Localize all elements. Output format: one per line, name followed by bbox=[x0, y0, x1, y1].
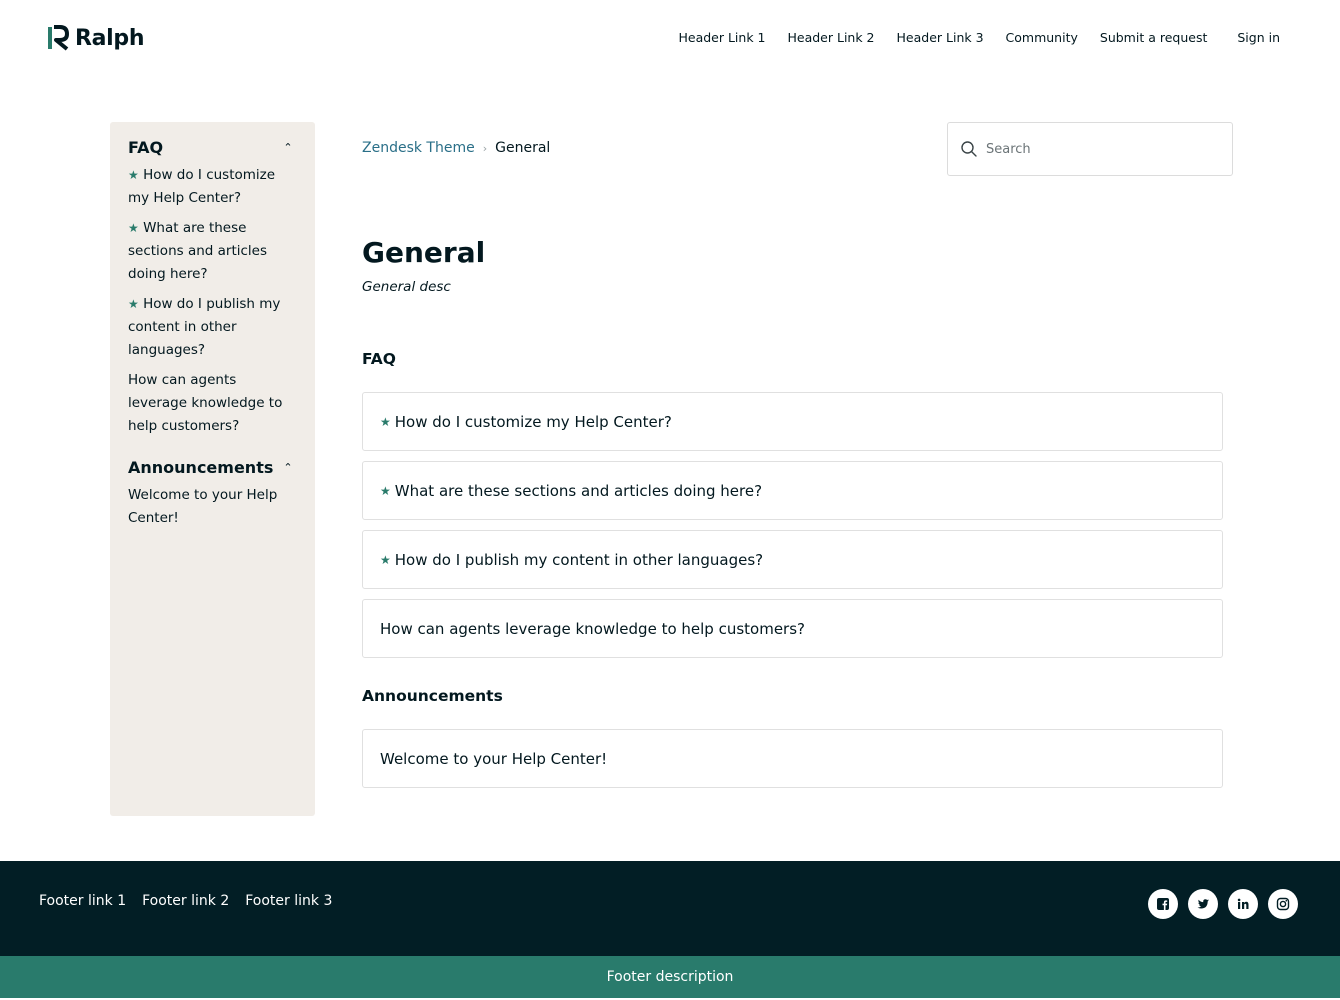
sidebar-article-link[interactable]: ★ How do I customize my Help Center? bbox=[128, 164, 297, 210]
chevron-up-icon[interactable]: ⌃ bbox=[279, 141, 297, 154]
article-link[interactable]: ★ What are these sections and articles do… bbox=[362, 461, 1223, 520]
article-link[interactable]: How can agents leverage knowledge to hel… bbox=[362, 599, 1223, 658]
breadcrumb: Zendesk Theme › General bbox=[362, 140, 550, 156]
footer: Footer link 1 Footer link 2 Footer link … bbox=[0, 861, 1340, 956]
sidebar-section-header[interactable]: FAQ ⌃ bbox=[128, 136, 297, 158]
page-description: General desc bbox=[362, 279, 451, 295]
brand-logo[interactable]: Ralph bbox=[47, 24, 145, 52]
sidebar-section-announcements: Announcements ⌃ Welcome to your Help Cen… bbox=[128, 456, 297, 530]
star-icon: ★ bbox=[380, 483, 391, 498]
sidebar: FAQ ⌃ ★ How do I customize my Help Cente… bbox=[110, 122, 315, 816]
brand-name: Ralph bbox=[75, 25, 145, 51]
footer-bottom-bar: Footer description bbox=[0, 956, 1340, 998]
article-link[interactable]: Welcome to your Help Center! bbox=[362, 729, 1223, 788]
facebook-icon[interactable] bbox=[1148, 889, 1178, 919]
footer-description: Footer description bbox=[606, 969, 734, 985]
nav-submit-request[interactable]: Submit a request bbox=[1100, 30, 1207, 45]
ralph-logo-icon bbox=[48, 25, 69, 51]
nav-community[interactable]: Community bbox=[1006, 30, 1078, 45]
linkedin-icon[interactable] bbox=[1228, 889, 1258, 919]
search-input[interactable] bbox=[986, 141, 1206, 157]
header-nav: Header Link 1 Header Link 2 Header Link … bbox=[678, 30, 1280, 45]
sidebar-section-title: Announcements bbox=[128, 457, 274, 477]
sidebar-article-link[interactable]: ★ How do I publish my content in other l… bbox=[128, 293, 297, 362]
sidebar-section-faq: FAQ ⌃ ★ How do I customize my Help Cente… bbox=[128, 136, 297, 438]
footer-link-3[interactable]: Footer link 3 bbox=[245, 893, 332, 909]
search-icon bbox=[961, 141, 977, 157]
section-title-announcements: Announcements bbox=[362, 687, 503, 705]
footer-links: Footer link 1 Footer link 2 Footer link … bbox=[39, 893, 332, 909]
article-link[interactable]: ★ How do I customize my Help Center? bbox=[362, 392, 1223, 451]
star-icon: ★ bbox=[128, 168, 139, 182]
nav-header-link-1[interactable]: Header Link 1 bbox=[678, 30, 765, 45]
sidebar-section-title: FAQ bbox=[128, 137, 164, 157]
page-title: General bbox=[362, 236, 486, 269]
star-icon: ★ bbox=[380, 414, 391, 429]
search-box[interactable] bbox=[947, 122, 1233, 176]
sidebar-section-header[interactable]: Announcements ⌃ bbox=[128, 456, 297, 478]
star-icon: ★ bbox=[128, 297, 139, 311]
twitter-icon[interactable] bbox=[1188, 889, 1218, 919]
instagram-icon[interactable] bbox=[1268, 889, 1298, 919]
header: Ralph Header Link 1 Header Link 2 Header… bbox=[0, 0, 1340, 78]
footer-link-2[interactable]: Footer link 2 bbox=[142, 893, 229, 909]
sidebar-article-link[interactable]: Welcome to your Help Center! bbox=[128, 484, 297, 530]
social-links bbox=[1148, 889, 1298, 919]
chevron-right-icon: › bbox=[482, 141, 488, 155]
sidebar-article-link[interactable]: ★ What are these sections and articles d… bbox=[128, 217, 297, 286]
article-list-faq: ★ How do I customize my Help Center? ★ Wha… bbox=[362, 392, 1223, 668]
sidebar-article-link[interactable]: How can agents leverage knowledge to hel… bbox=[128, 369, 297, 438]
star-icon: ★ bbox=[128, 221, 139, 235]
nav-header-link-2[interactable]: Header Link 2 bbox=[788, 30, 875, 45]
nav-header-link-3[interactable]: Header Link 3 bbox=[897, 30, 984, 45]
breadcrumb-root-link[interactable]: Zendesk Theme bbox=[362, 140, 475, 156]
section-title-faq: FAQ bbox=[362, 350, 396, 368]
sign-in-link[interactable]: Sign in bbox=[1237, 30, 1280, 45]
article-link[interactable]: ★ How do I publish my content in other la… bbox=[362, 530, 1223, 589]
star-icon: ★ bbox=[380, 552, 391, 567]
article-list-announcements: Welcome to your Help Center! bbox=[362, 729, 1223, 798]
footer-link-1[interactable]: Footer link 1 bbox=[39, 893, 126, 909]
chevron-up-icon[interactable]: ⌃ bbox=[279, 461, 297, 474]
breadcrumb-current: General bbox=[495, 140, 551, 156]
